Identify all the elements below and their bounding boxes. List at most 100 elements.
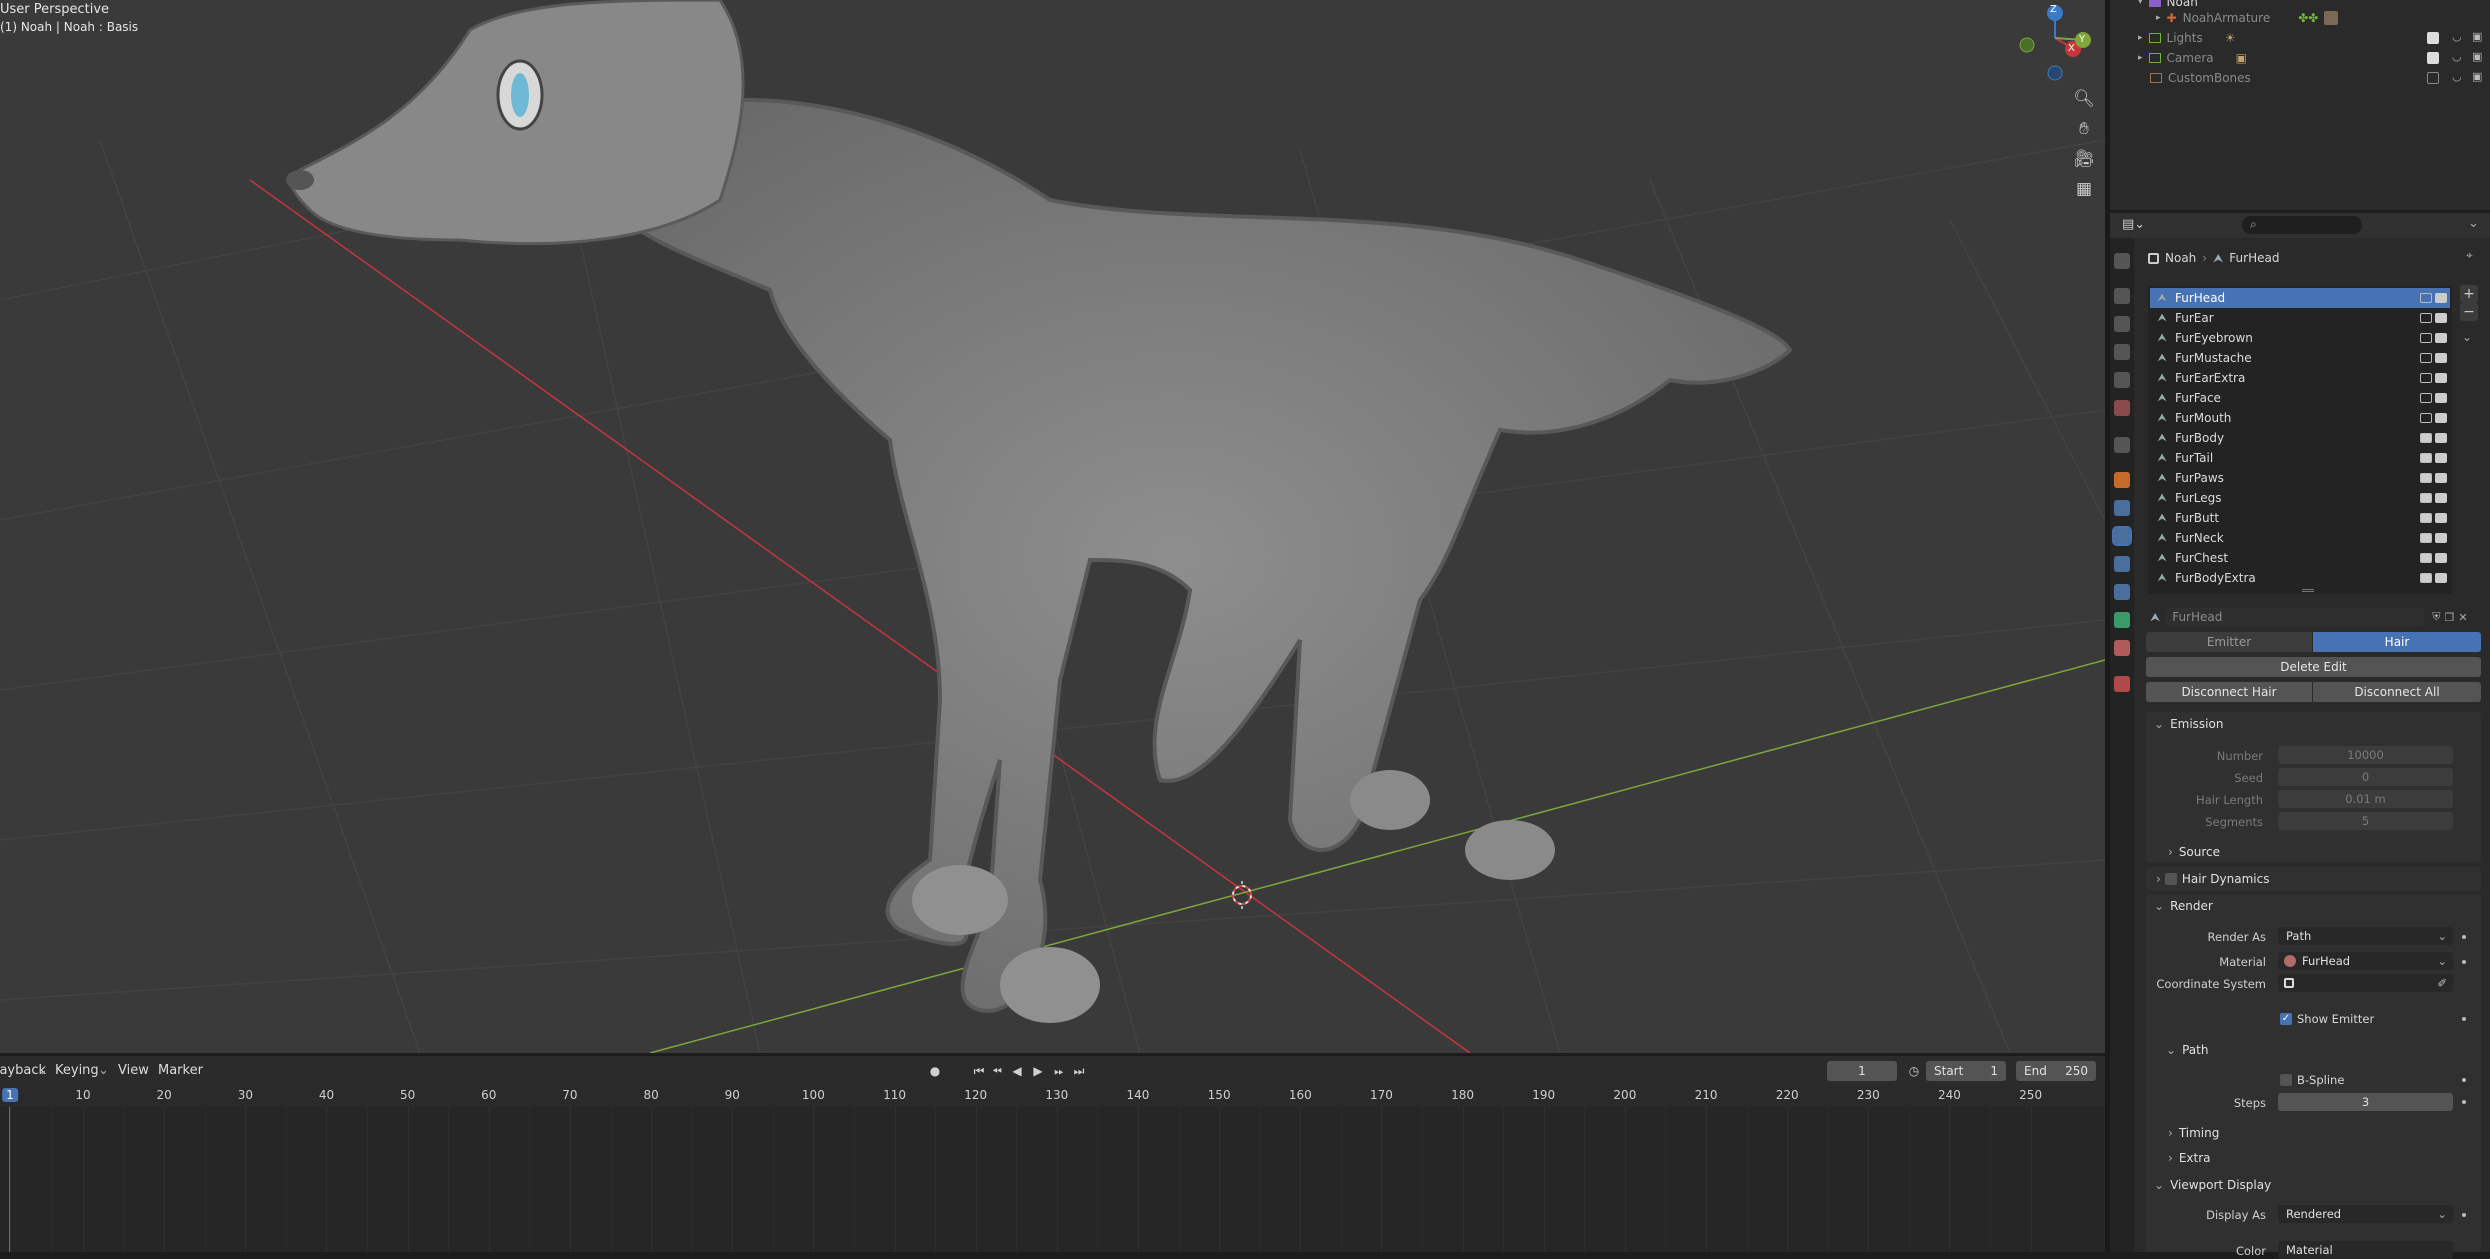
eyedropper-icon[interactable]: ✐ [2437,976,2447,990]
particle-system-item[interactable]: ⮝ FurPaws [2150,468,2450,488]
render-visibility-icon[interactable] [2435,553,2447,563]
next-keyframe-icon[interactable]: ⏩︎ [1050,1061,1068,1081]
path-subpanel-header[interactable]: ⌄ Path [2160,1038,2490,1062]
breadcrumb-object[interactable]: Noah [2165,251,2196,265]
particle-system-item[interactable]: ⮝ FurChest [2150,548,2450,568]
gizmo-z-label[interactable]: Z [2050,4,2057,15]
properties-search-input[interactable]: ⌕ [2242,216,2362,234]
particle-system-item[interactable]: ⮝ FurBody [2150,428,2450,448]
render-visibility-icon[interactable] [2435,473,2447,483]
collapse-arrow-icon[interactable]: ▾ [2138,0,2143,7]
clock-icon[interactable]: ◷ [1905,1061,1923,1081]
render-visibility-icon[interactable] [2435,373,2447,383]
viewport-visibility-icon[interactable] [2420,313,2432,323]
viewport-visibility-icon[interactable] [2420,433,2432,443]
keyframe-dot-icon[interactable] [2462,1213,2466,1217]
render-visibility-icon[interactable] [2435,313,2447,323]
keyframe-dot-icon[interactable] [2462,935,2466,939]
list-resize-handle[interactable] [2302,589,2314,592]
menu-view[interactable]: View [118,1063,149,1078]
world-tab-icon[interactable] [2114,400,2130,416]
close-icon[interactable]: ✕ [2458,611,2467,624]
seed-field[interactable]: 0 [2278,768,2453,786]
add-icon[interactable]: + [2460,285,2478,303]
zoom-icon[interactable]: 🔍︎ [2072,87,2096,111]
visibility-checkbox[interactable] [2427,32,2439,44]
particle-system-item[interactable]: ⮝ FurLegs [2150,488,2450,508]
camera-render-icon[interactable]: ▣ [2472,30,2482,43]
viewport-visibility-icon[interactable] [2420,513,2432,523]
expand-arrow-icon[interactable]: ▸ [2138,53,2143,63]
render-visibility-icon[interactable] [2435,333,2447,343]
eye-icon[interactable]: ◡ [2452,50,2462,63]
pin-icon[interactable]: ⌖ [2466,248,2473,263]
collection-tab-icon[interactable] [2114,437,2130,453]
material-tab-icon[interactable] [2114,640,2130,656]
keyframe-dot-icon[interactable] [2462,960,2466,964]
material-dropdown[interactable]: FurHead ⌄ [2278,952,2453,970]
editor-type-icon[interactable]: ▤⌄ [2122,217,2145,232]
viewport-visibility-icon[interactable] [2420,573,2432,583]
particle-system-item[interactable]: ⮝ FurFace [2150,388,2450,408]
viewport-visibility-icon[interactable] [2420,353,2432,363]
render-visibility-icon[interactable] [2435,573,2447,583]
viewport-visibility-icon[interactable] [2420,533,2432,543]
visibility-checkbox[interactable] [2427,52,2439,64]
jump-start-icon[interactable]: ⏮︎ [970,1061,988,1081]
color-dropdown[interactable]: Material [2278,1241,2453,1259]
chevron-down-icon[interactable]: ⌄ [2462,330,2472,344]
render-header[interactable]: ⌄ Render [2148,894,2482,918]
gizmo-x-label[interactable]: X [2068,43,2075,54]
hair-length-field[interactable]: 0.01 m [2278,790,2453,808]
pan-hand-icon[interactable]: ✋︎ [2072,117,2096,141]
menu-marker[interactable]: Marker [158,1063,203,1078]
viewport-visibility-icon[interactable] [2420,453,2432,463]
render-visibility-icon[interactable] [2435,453,2447,463]
extra-subpanel-header[interactable]: › Extra [2160,1146,2490,1170]
type-hair-button[interactable]: Hair [2313,632,2481,652]
play-icon[interactable]: ▶ [1029,1061,1047,1081]
particle-system-item[interactable]: ⮝ FurNeck [2150,528,2450,548]
particle-system-item[interactable]: ⮝ FurButt [2150,508,2450,528]
source-subpanel-header[interactable]: › Source [2160,840,2490,864]
output-tab-icon[interactable] [2114,316,2130,332]
particle-system-item[interactable]: ⮝ FurHead [2150,288,2450,308]
chevron-down-icon[interactable]: ⌄ [37,1063,48,1078]
constraints-tab-icon[interactable] [2114,584,2130,600]
viewport-visibility-icon[interactable] [2420,493,2432,503]
view-layer-tab-icon[interactable] [2114,344,2130,360]
render-tab-icon[interactable] [2114,288,2130,304]
start-frame-field[interactable]: Start 1 [1926,1061,2006,1081]
visibility-checkbox[interactable] [2427,72,2439,84]
eye-icon[interactable]: ◡ [2452,70,2462,83]
particle-system-item[interactable]: ⮝ FurEar [2150,308,2450,328]
type-emitter-button[interactable]: Emitter [2146,632,2312,652]
tool-tab-icon[interactable] [2114,253,2130,269]
keyframe-dot-icon[interactable] [2462,1100,2466,1104]
particle-system-item[interactable]: ⮝ FurBodyExtra [2150,568,2450,588]
particle-system-item[interactable]: ⮝ FurMouth [2150,408,2450,428]
eye-icon[interactable]: ◡ [2452,30,2462,43]
render-visibility-icon[interactable] [2435,353,2447,363]
breadcrumb-particle-system[interactable]: FurHead [2229,251,2279,265]
prev-keyframe-icon[interactable]: ⏪︎ [988,1061,1006,1081]
viewport-visibility-icon[interactable] [2420,393,2432,403]
record-icon[interactable]: ● [925,1061,945,1081]
chevron-down-icon[interactable]: ⌄ [98,1063,109,1078]
scene-tab-icon[interactable] [2114,372,2130,388]
hair-dynamics-header[interactable]: › Hair Dynamics [2148,867,2482,891]
viewport-visibility-icon[interactable] [2420,413,2432,423]
particle-system-item[interactable]: ⮝ FurEarExtra [2150,368,2450,388]
show-emitter-checkbox[interactable]: ✓ [2280,1013,2292,1025]
bspline-checkbox[interactable] [2280,1074,2292,1086]
hair-dynamics-checkbox[interactable] [2164,873,2177,885]
disconnect-all-button[interactable]: Disconnect All [2313,682,2481,702]
current-frame-field[interactable]: 1 [1827,1061,1897,1081]
object-tab-icon[interactable] [2114,472,2130,488]
jump-end-icon[interactable]: ⏭︎ [1070,1061,1088,1081]
number-field[interactable]: 10000 [2278,746,2453,764]
remove-icon[interactable]: − [2460,303,2478,321]
viewport-visibility-icon[interactable] [2420,373,2432,383]
coordinate-system-field[interactable]: ✐ [2278,974,2453,992]
viewport-visibility-icon[interactable] [2420,333,2432,343]
